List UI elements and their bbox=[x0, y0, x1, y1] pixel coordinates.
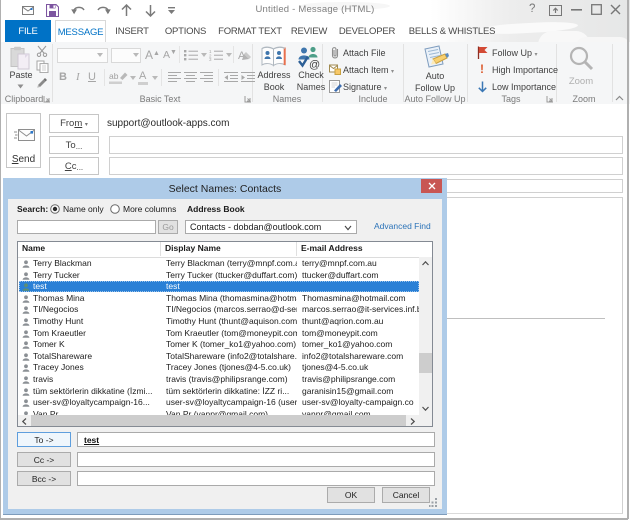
svg-text:ab: ab bbox=[109, 71, 119, 81]
svg-text:@: @ bbox=[309, 59, 320, 70]
svg-text:3: 3 bbox=[209, 57, 212, 61]
